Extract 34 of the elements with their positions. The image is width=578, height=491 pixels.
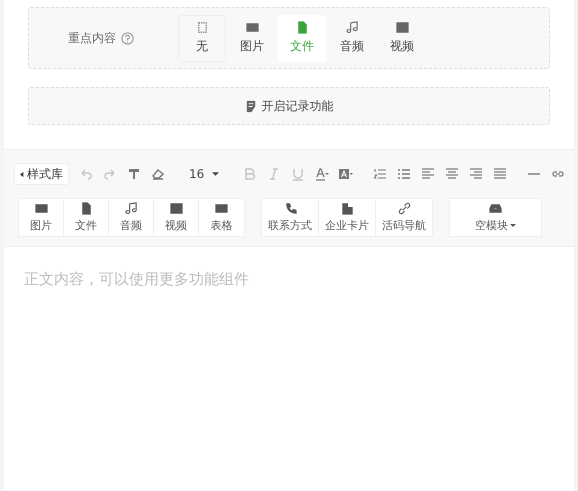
- justify-icon[interactable]: [493, 167, 508, 181]
- audio-icon: [346, 21, 358, 34]
- tray-icon: [489, 202, 502, 215]
- link-icon: [398, 202, 410, 215]
- bgcolor-icon[interactable]: [339, 167, 354, 181]
- none-icon: [196, 21, 208, 34]
- audio-icon: [124, 202, 138, 215]
- content-type-option[interactable]: 视频: [378, 14, 426, 62]
- style-library-button[interactable]: 样式库: [14, 163, 69, 185]
- insert-button[interactable]: 空模块: [450, 199, 541, 236]
- ol-icon[interactable]: [373, 167, 388, 181]
- help-icon[interactable]: [121, 32, 134, 44]
- insert-button[interactable]: 联系方式: [262, 199, 319, 236]
- note-icon: [244, 100, 258, 112]
- content-type-option[interactable]: 无: [178, 14, 226, 62]
- insert-button[interactable]: 图片: [19, 199, 64, 236]
- caret-left-icon: [20, 170, 24, 178]
- left-icon[interactable]: [421, 167, 436, 181]
- record-button[interactable]: 开启记录功能: [28, 87, 550, 125]
- key-content-label: 重点内容: [68, 30, 116, 46]
- center-icon[interactable]: [445, 167, 460, 181]
- phone-icon: [284, 202, 296, 215]
- content-type-option[interactable]: 图片: [228, 14, 276, 62]
- fontcolor-icon[interactable]: [315, 167, 330, 181]
- right-icon[interactable]: [469, 167, 484, 181]
- brush-icon[interactable]: [127, 167, 141, 181]
- editor-placeholder: 正文内容，可以使用更多功能组件: [24, 270, 249, 288]
- font-size-select[interactable]: 16: [185, 167, 224, 181]
- content-type-option[interactable]: 音频: [328, 14, 376, 62]
- eraser-icon[interactable]: [151, 167, 165, 181]
- caret-down-icon: [212, 172, 220, 176]
- file-icon: [296, 21, 308, 34]
- ul-icon[interactable]: [397, 167, 412, 181]
- file-icon: [80, 202, 92, 215]
